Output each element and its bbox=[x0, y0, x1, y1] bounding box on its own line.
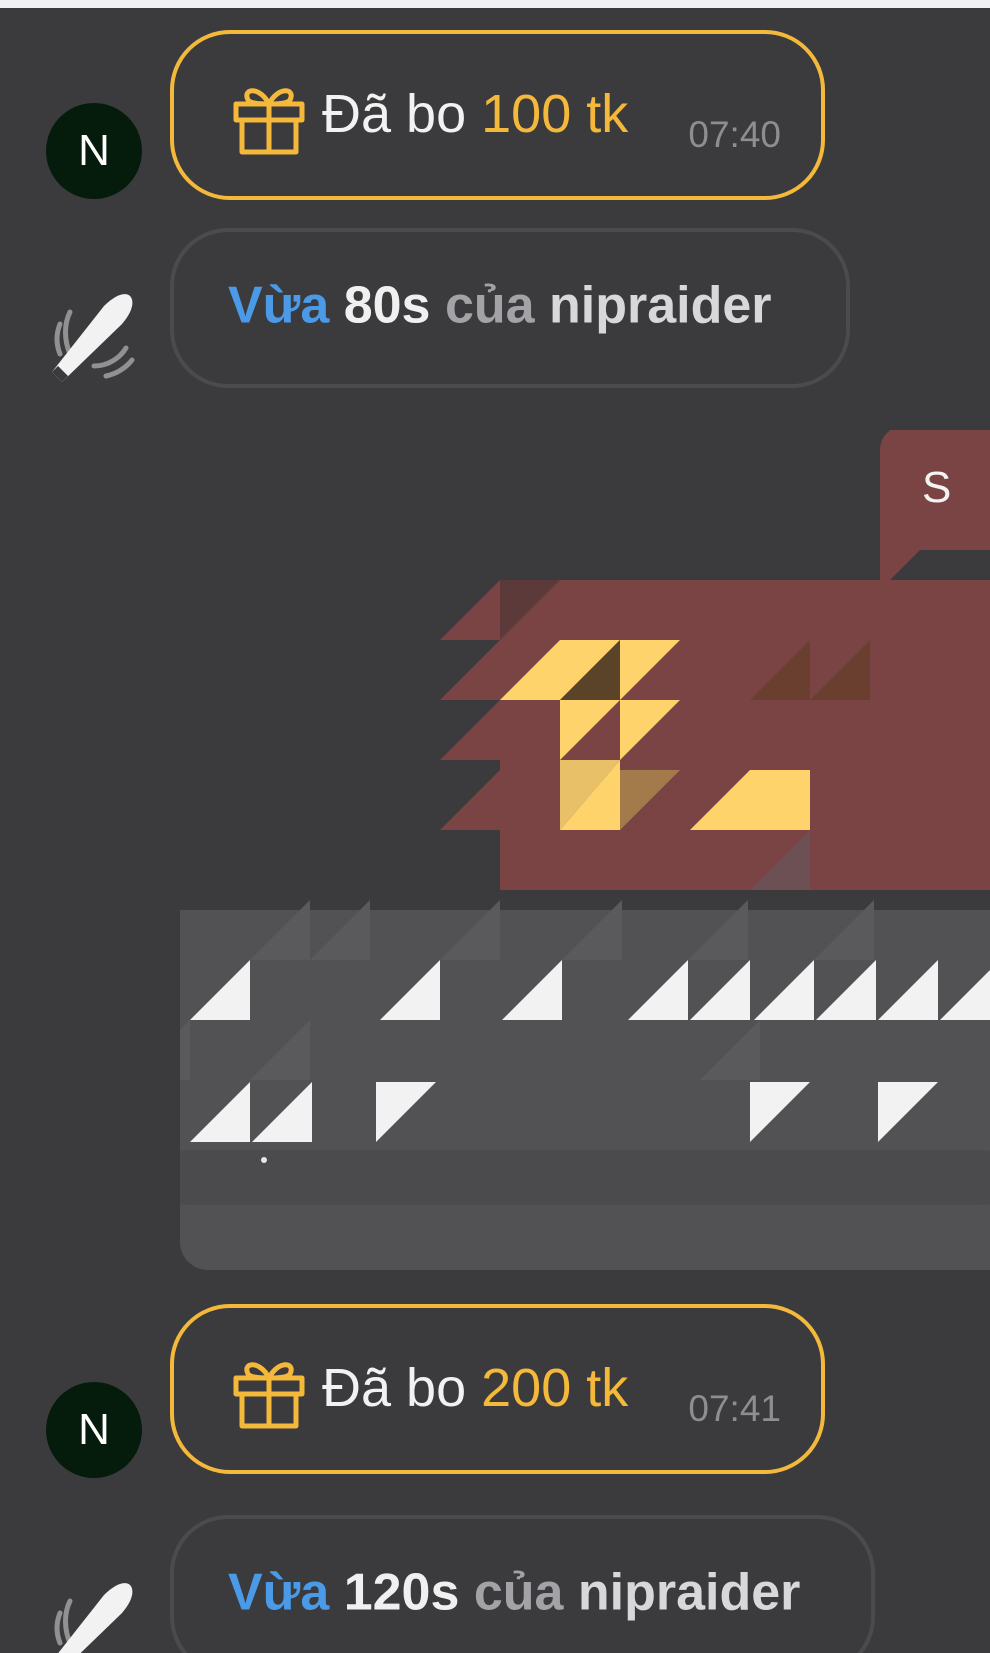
gift-prefix: Đã bo bbox=[322, 1357, 467, 1418]
boost-duration: 120s bbox=[343, 1563, 460, 1622]
boost-text: Vừa 120s của nipraider bbox=[228, 1563, 800, 1623]
boost-bubble[interactable]: Vừa 80s của nipraider bbox=[170, 228, 850, 388]
gift-prefix: Đã bo bbox=[322, 83, 467, 144]
rocket-boost-icon bbox=[54, 1583, 133, 1653]
boost-bubble[interactable]: Vừa 120s của nipraider bbox=[170, 1515, 875, 1653]
media-image: S bbox=[180, 430, 990, 1270]
avatar-initial: N bbox=[78, 126, 110, 175]
chat-screen: N Đã bo 100 tk 07:40 Vừa 80s của nipraid… bbox=[0, 0, 990, 1653]
gift-bubble[interactable]: Đã bo 100 tk 07:40 bbox=[170, 30, 825, 200]
boost-word-1: Vừa bbox=[228, 1563, 330, 1622]
gift-amount: 200 tk bbox=[481, 1357, 629, 1418]
message-time: 07:41 bbox=[688, 1388, 781, 1429]
boost-duration: 80s bbox=[343, 276, 431, 335]
avatar[interactable]: N bbox=[46, 103, 142, 199]
message-time: 07:40 bbox=[688, 114, 781, 155]
boost-username[interactable]: nipraider bbox=[549, 277, 772, 335]
gift-icon bbox=[233, 1362, 305, 1429]
boost-word-2: của bbox=[473, 1563, 564, 1622]
message-gift: N Đã bo 100 tk 07:40 bbox=[0, 28, 990, 203]
boost-text: Vừa 80s của nipraider bbox=[228, 276, 772, 336]
rocket-boost-icon bbox=[52, 294, 135, 382]
message-boost: Vừa 80s của nipraider bbox=[0, 228, 990, 393]
avatar-initial: N bbox=[78, 1405, 110, 1454]
media-corner-letter: S bbox=[922, 463, 951, 512]
message-gift: N Đã bo 200 tk 07:41 bbox=[0, 1302, 990, 1478]
gift-bubble[interactable]: Đã bo 200 tk 07:41 bbox=[170, 1304, 825, 1474]
gift-amount: 100 tk bbox=[481, 83, 629, 144]
gift-text: Đã bo 200 tk bbox=[322, 1357, 628, 1419]
gift-text: Đã bo 100 tk bbox=[322, 83, 628, 145]
boost-word-1: Vừa bbox=[228, 276, 330, 335]
boost-username[interactable]: nipraider bbox=[578, 1564, 801, 1622]
message-boost: Vừa 120s của nipraider bbox=[0, 1515, 990, 1653]
status-strip bbox=[0, 0, 990, 8]
gift-icon bbox=[233, 88, 305, 155]
media-message[interactable]: S bbox=[180, 430, 990, 1270]
avatar[interactable]: N bbox=[46, 1382, 142, 1478]
boost-word-2: của bbox=[444, 276, 535, 335]
